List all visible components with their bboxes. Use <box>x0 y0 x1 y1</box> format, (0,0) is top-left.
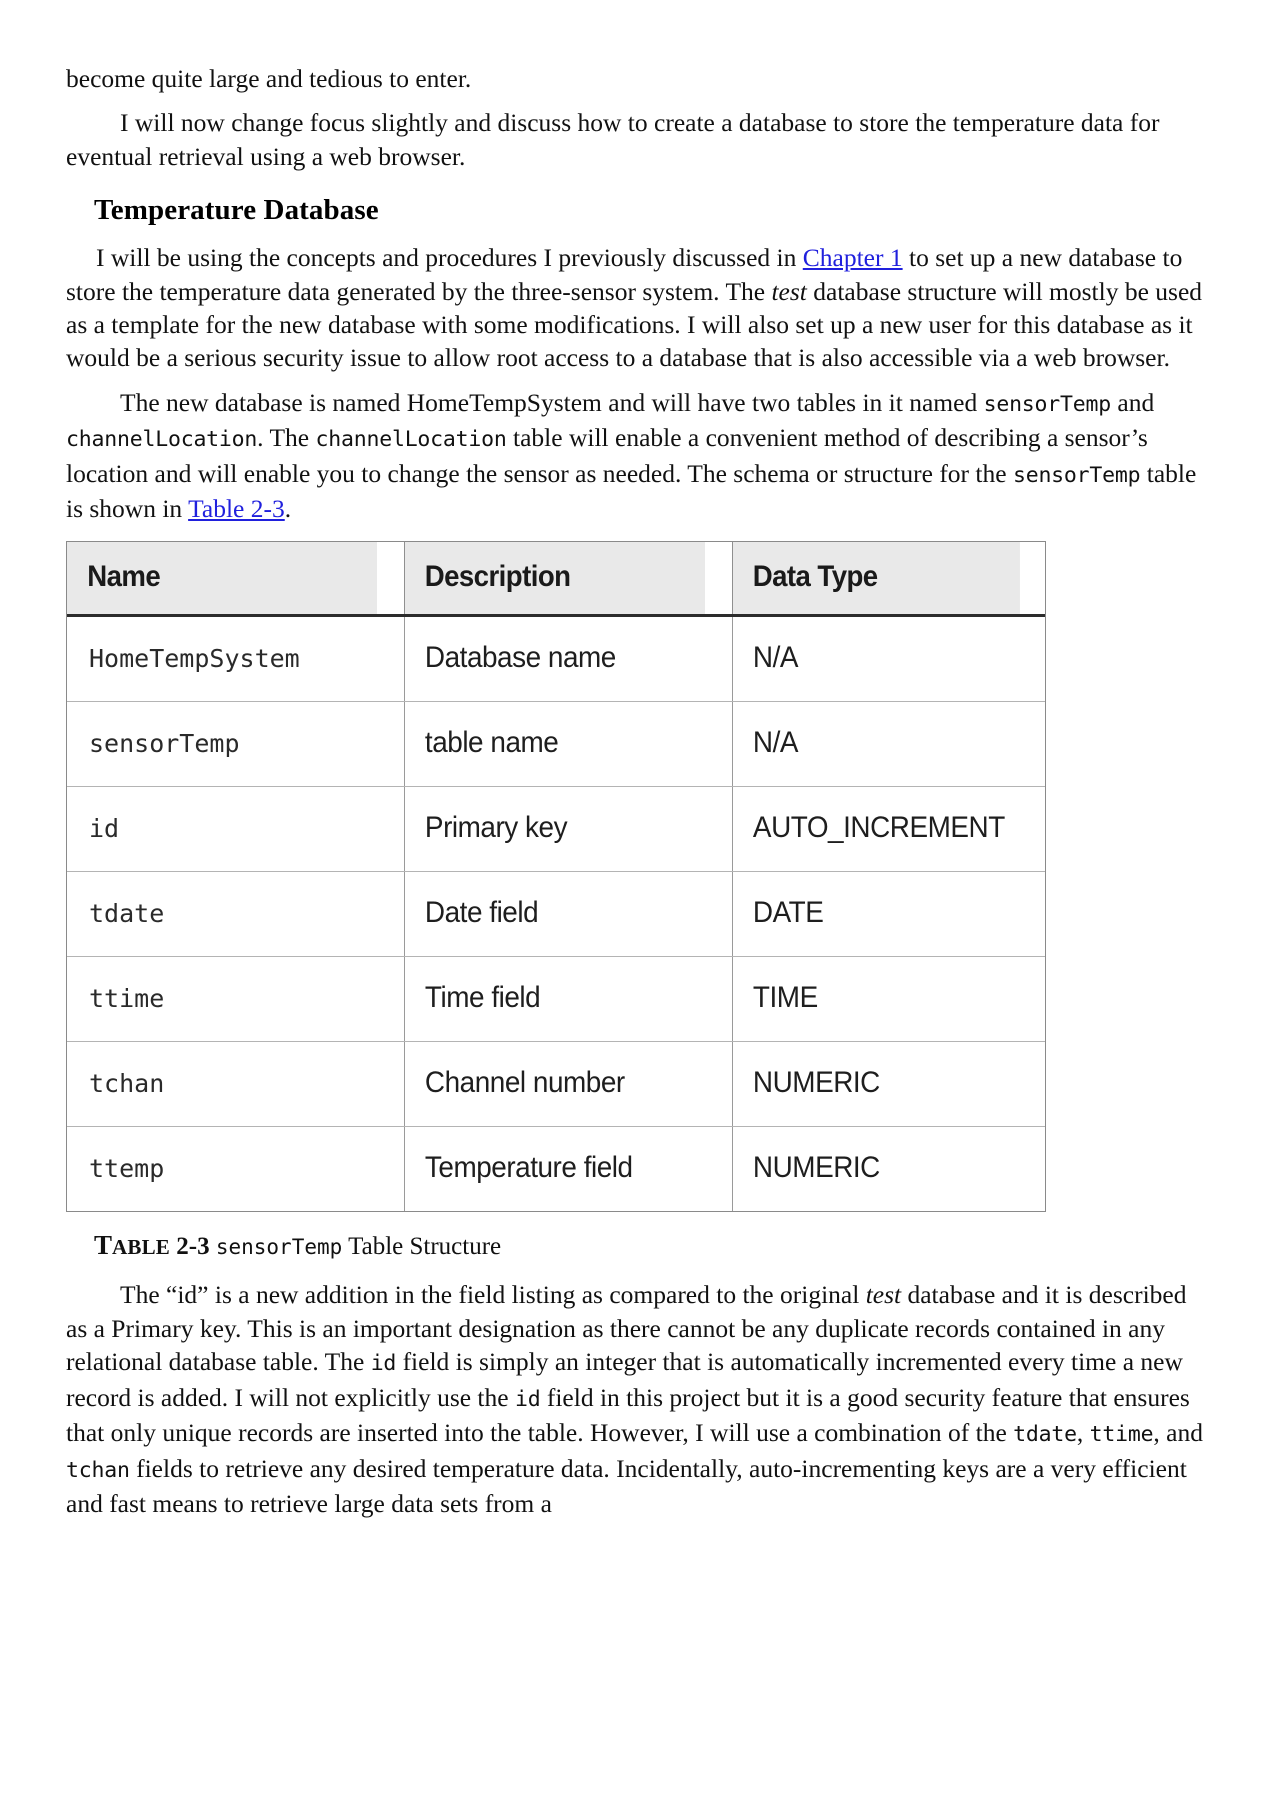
caption-first-letter: T <box>94 1230 113 1261</box>
table-row: ttemp Temperature field NUMERIC <box>67 1126 1045 1212</box>
paragraph-text-part: . <box>284 494 292 524</box>
table-body: HomeTempSystem Database name N/A sensorT… <box>67 615 1045 1212</box>
chapter-1-link[interactable]: Chapter 1 <box>803 243 903 272</box>
column-header-description: Description <box>404 542 707 618</box>
paragraph-id-field: The “id” is a new addition in the field … <box>66 1278 1214 1520</box>
column-header-name: Name <box>67 542 378 618</box>
italic-test-word: test <box>865 1280 902 1310</box>
paragraph-text-part: I will be using the concepts and procedu… <box>96 243 803 273</box>
paragraph-new-database: The new database is named HomeTempSystem… <box>66 386 1214 526</box>
table-row: HomeTempSystem Database name N/A <box>67 615 1045 703</box>
cell-data-type: N/A <box>732 701 1024 788</box>
caption-label: TABLE 2-3 <box>94 1230 210 1261</box>
caption-suffix: Table Structure <box>348 1233 502 1261</box>
cell-name: id <box>67 786 405 873</box>
table-row: ttime Time field TIME <box>67 956 1045 1043</box>
code-channellocation: channelLocation <box>315 427 507 453</box>
cell-description: Primary key <box>404 786 710 873</box>
page-title: Temperature Database <box>94 194 379 227</box>
paragraph-database-setup: I will be using the concepts and procedu… <box>66 241 1214 375</box>
cell-name: HomeTempSystem <box>67 615 405 703</box>
table-header: Name Description Data Type <box>67 542 1045 618</box>
cell-description: Time field <box>404 956 710 1043</box>
cell-name: tdate <box>67 871 405 958</box>
sensortemp-schema-table: Name Description Data Type HomeTempSyste… <box>67 542 1045 1212</box>
cell-data-type: NUMERIC <box>732 1041 1024 1128</box>
cell-description: Database name <box>404 615 710 703</box>
paragraph-text-part: . The <box>257 423 316 453</box>
table-header-row: Name Description Data Type <box>67 542 1045 618</box>
cell-description: Temperature field <box>404 1126 710 1212</box>
cell-description: Date field <box>404 871 710 958</box>
paragraph-continuation: become quite large and tedious to enter. <box>66 64 472 93</box>
italic-test-word: test <box>771 276 807 306</box>
caption-small-caps: ABLE <box>112 1235 171 1260</box>
cell-name: sensorTemp <box>67 701 405 788</box>
paragraph-text-part: , and <box>1153 1418 1203 1448</box>
cell-data-type: NUMERIC <box>752 1151 880 1185</box>
cell-name: ttemp <box>67 1126 405 1212</box>
paragraph-text-part: and <box>1111 387 1155 417</box>
caption-number: 2-3 <box>176 1233 210 1261</box>
column-header-data-type: Data Type <box>732 542 1020 618</box>
paragraph-text-part: fields to retrieve any desired temperatu… <box>66 1453 1187 1518</box>
table-row: id Primary key AUTO_INCREMENT <box>67 786 1045 873</box>
code-id: id <box>514 1386 541 1412</box>
code-id: id <box>370 1351 397 1377</box>
paragraph-text-part: The new database is named HomeTempSystem… <box>120 387 984 417</box>
code-ttime: ttime <box>1089 1422 1154 1448</box>
schema-table-container: Name Description Data Type HomeTempSyste… <box>66 541 1046 1213</box>
cell-description: table name <box>404 701 710 788</box>
cell-name: tchan <box>67 1041 405 1128</box>
code-channellocation: channelLocation <box>66 427 258 453</box>
paragraph-text-part: , <box>1076 1418 1090 1448</box>
caption-code-sensortemp: sensorTemp <box>215 1235 343 1260</box>
code-tchan: tchan <box>66 1457 130 1483</box>
paragraph-intro: I will now change focus slightly and dis… <box>66 108 1160 171</box>
cell-data-type: AUTO_INCREMENT <box>732 786 1024 873</box>
caption-table-word: TABLE <box>94 1230 171 1261</box>
code-sensortemp: sensorTemp <box>983 391 1112 417</box>
cell-data-type: DATE <box>732 871 1024 958</box>
cell-data-type: N/A <box>732 615 1024 703</box>
code-tdate: tdate <box>1013 1422 1077 1448</box>
table-row: tchan Channel number NUMERIC <box>67 1041 1045 1128</box>
code-sensortemp: sensorTemp <box>1012 462 1141 488</box>
paragraph-text-part: The “id” is a new addition in the field … <box>120 1280 866 1310</box>
table-row: tdate Date field DATE <box>67 871 1045 958</box>
table-row: sensorTemp table name N/A <box>67 701 1045 788</box>
table-2-3-link[interactable]: Table 2-3 <box>188 494 285 523</box>
cell-data-type: TIME <box>732 956 1024 1043</box>
document-page: become quite large and tedious to enter.… <box>0 0 1280 1809</box>
cell-name: ttime <box>67 956 405 1043</box>
cell-description: Channel number <box>404 1041 710 1128</box>
table-caption: TABLE 2-3 sensorTemp Table Structure <box>66 1230 1214 1262</box>
